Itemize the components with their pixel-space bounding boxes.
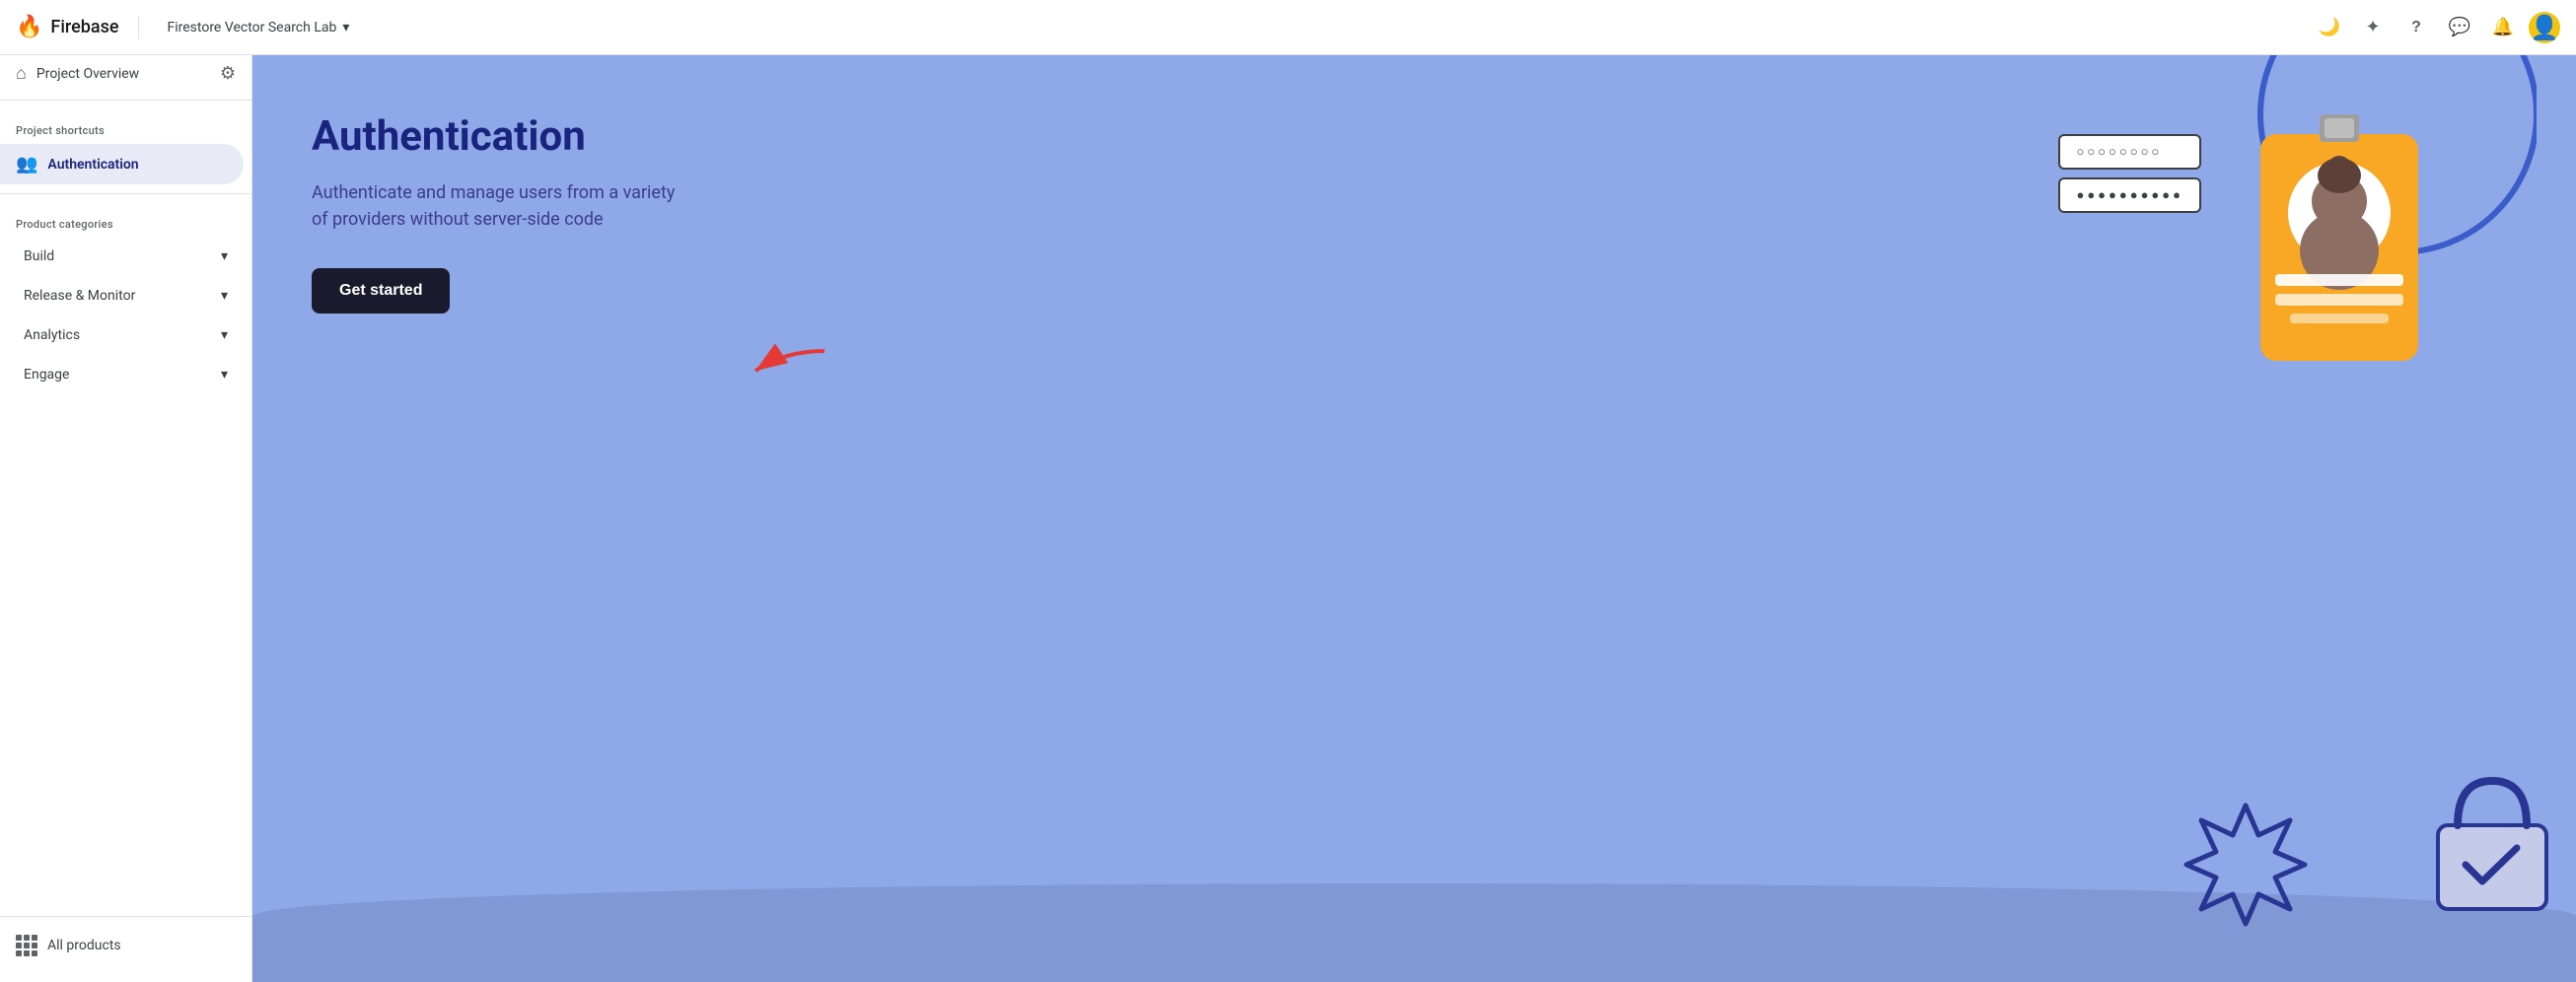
whats-new-button[interactable]: ✦ (2355, 10, 2391, 45)
lock-decoration (2428, 771, 2556, 923)
sidebar-category-release-monitor[interactable]: Release & Monitor (8, 278, 244, 314)
sidebar-category-engage[interactable]: Engage (8, 357, 244, 392)
chat-icon: 💬 (2449, 17, 2470, 37)
arrow-indicator (736, 341, 834, 394)
help-icon: ? (2411, 19, 2421, 36)
project-overview-link[interactable]: ⌂ Project Overview (16, 63, 139, 84)
firebase-wordmark: Firebase (50, 17, 118, 37)
authentication-label: Authentication (47, 157, 138, 173)
moon-icon: 🌙 (2319, 17, 2340, 37)
content-area: Authentication Authenticate and manage u… (252, 55, 2576, 982)
password-fields-illustration: ○○○○○○○○ ●●●●●●●●●● (2058, 134, 2201, 213)
project-overview-label: Project Overview (36, 66, 139, 82)
build-label: Build (24, 248, 54, 264)
notifications-button[interactable]: 🔔 (2485, 10, 2521, 45)
sparkle-icon: ✦ (2365, 17, 2380, 37)
sidebar-divider-1 (0, 100, 251, 101)
top-nav: 🔥 Firebase Firestore Vector Search Lab 🌙… (0, 0, 2576, 55)
grid-icon (16, 935, 37, 956)
sidebar-category-analytics[interactable]: Analytics (8, 317, 244, 353)
firebase-logo: 🔥 Firebase (16, 15, 118, 39)
lock-svg (2428, 771, 2556, 919)
password-field-1: ○○○○○○○○ (2058, 134, 2201, 170)
analytics-label: Analytics (24, 327, 80, 343)
sidebar-divider-2 (0, 193, 251, 194)
sidebar-bottom: All products (0, 916, 251, 966)
main-layout: ⌂ Project Overview ⚙ Project shortcuts 👥… (0, 55, 2576, 982)
project-name: Firestore Vector Search Lab (167, 20, 336, 35)
engage-chevron-icon (221, 367, 228, 383)
settings-icon[interactable]: ⚙ (220, 63, 236, 84)
auth-description: Authenticate and manage users from a var… (312, 179, 686, 233)
auth-hero: Authentication Authenticate and manage u… (252, 55, 746, 373)
sidebar: ⌂ Project Overview ⚙ Project shortcuts 👥… (0, 55, 252, 982)
bell-icon: 🔔 (2492, 17, 2514, 37)
firebase-flame-icon: 🔥 (16, 15, 42, 39)
arrow-svg (736, 341, 834, 390)
chevron-down-icon (342, 20, 349, 35)
people-icon: 👥 (16, 154, 37, 175)
release-chevron-icon (221, 288, 228, 304)
project-selector[interactable]: Firestore Vector Search Lab (159, 16, 357, 39)
release-monitor-label: Release & Monitor (24, 288, 135, 304)
auth-title: Authentication (312, 114, 686, 160)
asterisk-decoration (2182, 801, 2310, 933)
nav-divider (138, 16, 139, 39)
nav-right: 🌙 ✦ ? 💬 🔔 👤 (2312, 10, 2560, 45)
all-products-label: All products (47, 938, 121, 953)
sidebar-category-build[interactable]: Build (8, 239, 244, 274)
sidebar-item-authentication[interactable]: 👥 Authentication (0, 144, 244, 184)
engage-label: Engage (24, 367, 69, 383)
user-avatar[interactable]: 👤 (2529, 12, 2560, 43)
help-button[interactable]: ? (2398, 10, 2434, 45)
build-chevron-icon (221, 248, 228, 264)
nav-left: 🔥 Firebase Firestore Vector Search Lab (16, 15, 357, 39)
avatar-image: 👤 (2530, 14, 2559, 41)
dark-mode-button[interactable]: 🌙 (2312, 10, 2347, 45)
password-field-2: ●●●●●●●●●● (2058, 177, 2201, 213)
shortcuts-section-label: Project shortcuts (0, 108, 251, 143)
feedback-button[interactable]: 💬 (2442, 10, 2477, 45)
id-card-container (2241, 105, 2438, 385)
all-products-button[interactable]: All products (16, 925, 251, 966)
categories-section-label: Product categories (0, 202, 251, 237)
id-card-svg (2241, 105, 2438, 381)
asterisk-svg (2182, 801, 2310, 929)
analytics-chevron-icon (221, 327, 228, 343)
home-icon: ⌂ (16, 63, 27, 84)
get-started-button[interactable]: Get started (312, 268, 450, 314)
sidebar-home-row: ⌂ Project Overview ⚙ (0, 55, 251, 92)
